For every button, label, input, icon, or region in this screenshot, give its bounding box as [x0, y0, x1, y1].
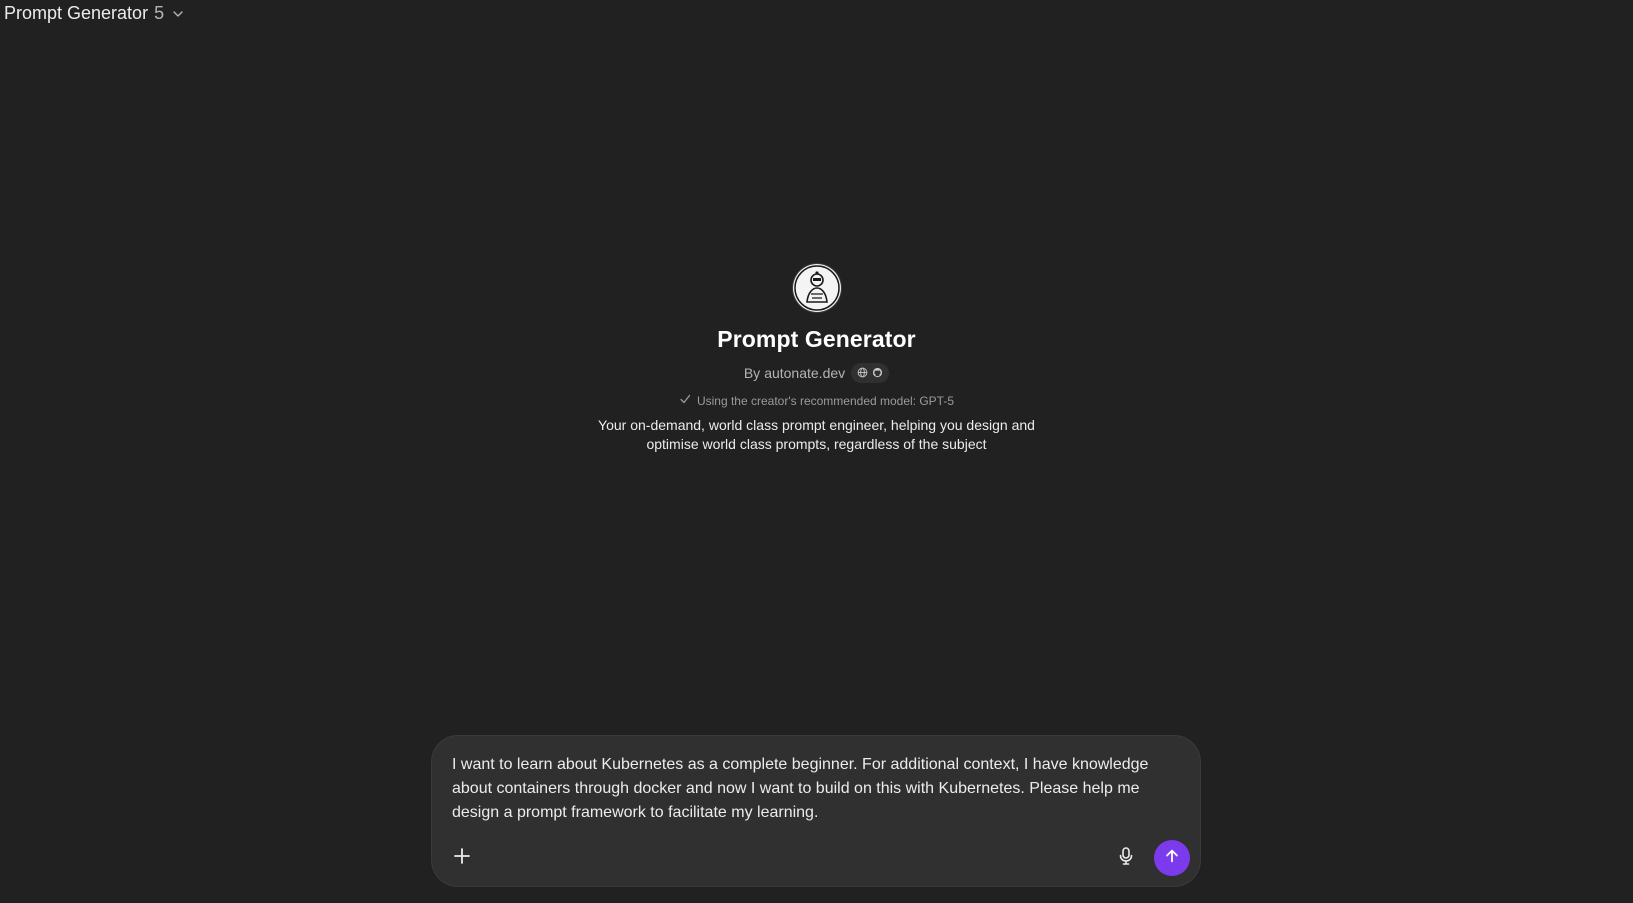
message-input[interactable]: I want to learn about Kubernetes as a co…	[452, 753, 1164, 825]
chevron-down-icon	[172, 7, 184, 19]
microphone-icon	[1116, 846, 1136, 871]
model-name: Prompt Generator	[4, 2, 149, 23]
model-note-text: Using the creator's recommended model: G…	[696, 393, 955, 408]
gpt-intro: Prompt Generator By autonate.dev Using t…	[0, 264, 1633, 454]
check-icon	[679, 393, 691, 408]
model-version: 5	[154, 2, 165, 23]
arrow-up-icon	[1163, 847, 1181, 870]
gpt-avatar	[792, 264, 841, 312]
send-button[interactable]	[1154, 840, 1190, 876]
author-name: autonate.dev	[764, 365, 846, 381]
gpt-title: Prompt Generator	[717, 326, 916, 352]
gpt-description: Your on-demand, world class prompt engin…	[598, 417, 1035, 452]
model-selector[interactable]: Prompt Generator 5	[4, 2, 184, 24]
byline-prefix: By	[743, 365, 761, 381]
github-icon[interactable]	[872, 365, 883, 381]
plus-icon	[452, 846, 472, 871]
globe-icon[interactable]	[857, 365, 868, 381]
message-composer: I want to learn about Kubernetes as a co…	[432, 736, 1200, 886]
voice-input-button[interactable]	[1110, 842, 1142, 874]
model-note: Using the creator's recommended model: G…	[679, 393, 954, 408]
byline: By autonate.dev	[743, 363, 890, 383]
author-links	[851, 363, 890, 383]
add-attachment-button[interactable]	[446, 842, 478, 874]
